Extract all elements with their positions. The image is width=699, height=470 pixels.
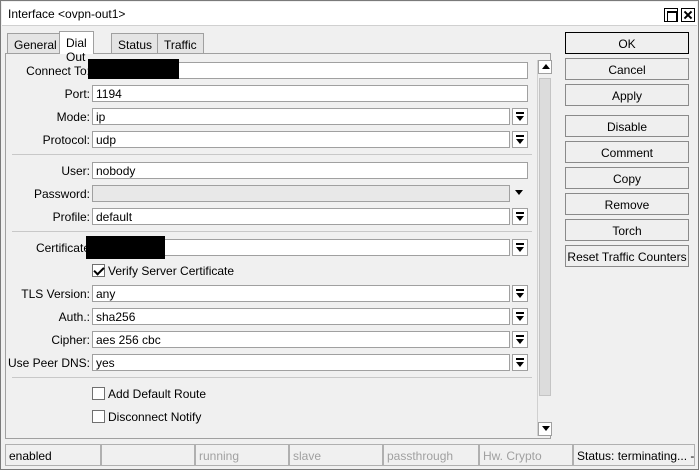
certificate-dropdown-icon[interactable]: [512, 239, 528, 256]
cipher-select[interactable]: aes 256 cbc: [92, 331, 510, 348]
mode-dropdown-icon[interactable]: [512, 108, 528, 125]
maximize-icon[interactable]: [664, 8, 678, 22]
tab-general[interactable]: General: [7, 33, 64, 53]
password-expand-icon[interactable]: [512, 185, 528, 202]
protocol-row: Protocol: udp: [6, 131, 536, 149]
redacted-block: [86, 236, 165, 259]
protocol-dropdown-icon[interactable]: [512, 131, 528, 148]
tab-dial-out[interactable]: Dial Out: [59, 31, 94, 64]
scroll-thumb[interactable]: [539, 78, 551, 396]
user-input[interactable]: nobody: [92, 162, 528, 179]
port-row: Port: 1194: [6, 85, 536, 103]
status-blank: [101, 444, 195, 466]
redacted-block: [88, 59, 179, 79]
profile-row: Profile: default: [6, 208, 536, 226]
tls-version-label: TLS Version:: [21, 287, 90, 301]
verify-server-certificate-label: Verify Server Certificate: [108, 264, 235, 278]
port-label: Port:: [64, 87, 90, 101]
torch-button[interactable]: Torch: [565, 219, 689, 241]
cipher-row: Cipher: aes 256 cbc: [6, 331, 536, 349]
peer-dns-row: Use Peer DNS: yes: [6, 354, 536, 372]
auth-row: Auth.: sha256: [6, 308, 536, 326]
add-default-route-label: Add Default Route: [108, 387, 207, 401]
add-default-route-checkbox[interactable]: [92, 387, 105, 400]
protocol-select[interactable]: udp: [92, 131, 510, 148]
dial-out-panel: Connect To: Port: 1194 Mode: ip Protocol…: [5, 53, 552, 439]
certificate-row: Certificate: [6, 236, 536, 259]
status-slave: slave: [289, 444, 383, 466]
default-route-row: Add Default Route: [6, 386, 536, 404]
cipher-dropdown-icon[interactable]: [512, 331, 528, 348]
mode-row: Mode: ip: [6, 108, 536, 126]
user-row: User: nobody: [6, 162, 536, 180]
auth-label: Auth.:: [58, 310, 90, 324]
interface-window: Interface <ovpn-out1> General Dial Out S…: [0, 0, 699, 470]
cipher-label: Cipher:: [51, 333, 90, 347]
tls-version-select[interactable]: any: [92, 285, 510, 302]
mode-label: Mode:: [56, 110, 90, 124]
password-label: Password:: [33, 187, 90, 201]
status-running: running: [195, 444, 289, 466]
status-hw-crypto: Hw. Crypto: [479, 444, 573, 466]
disconnect-notify-checkbox[interactable]: [92, 410, 105, 423]
profile-select[interactable]: default: [92, 208, 510, 225]
close-icon[interactable]: [681, 8, 695, 22]
verify-server-certificate-checkbox[interactable]: [92, 264, 105, 277]
title-bar[interactable]: Interface <ovpn-out1>: [2, 2, 697, 26]
status-passthrough: passthrough: [383, 444, 479, 466]
peer-dns-label: Use Peer DNS:: [7, 356, 90, 370]
profile-label: Profile:: [52, 210, 90, 224]
divider: [12, 154, 532, 155]
disconnect-notify-label: Disconnect Notify: [108, 410, 202, 424]
window-title: Interface <ovpn-out1>: [8, 7, 126, 21]
tab-traffic[interactable]: Traffic: [157, 33, 204, 53]
port-input[interactable]: 1194: [92, 85, 528, 102]
scroll-up-icon[interactable]: [538, 60, 552, 74]
cancel-button[interactable]: Cancel: [565, 58, 689, 80]
connect-to-label: Connect To:: [26, 64, 90, 78]
disconnect-notify-row: Disconnect Notify: [6, 409, 536, 427]
auth-select[interactable]: sha256: [92, 308, 510, 325]
status-enabled: enabled: [5, 444, 101, 466]
divider: [12, 231, 532, 232]
certificate-label: Certificate: [35, 241, 90, 255]
copy-button[interactable]: Copy: [565, 167, 689, 189]
ok-button[interactable]: OK: [565, 32, 689, 54]
peer-dns-dropdown-icon[interactable]: [512, 354, 528, 371]
password-input[interactable]: [92, 185, 510, 202]
protocol-label: Protocol:: [42, 133, 90, 147]
mode-select[interactable]: ip: [92, 108, 510, 125]
profile-dropdown-icon[interactable]: [512, 208, 528, 225]
peer-dns-select[interactable]: yes: [92, 354, 510, 371]
connect-to-row: Connect To:: [6, 59, 536, 80]
user-label: User:: [61, 164, 90, 178]
verify-row: Verify Server Certificate: [6, 263, 536, 281]
password-row: Password:: [6, 185, 536, 203]
apply-button[interactable]: Apply: [565, 84, 689, 106]
tls-version-row: TLS Version: any: [6, 285, 536, 303]
comment-button[interactable]: Comment: [565, 141, 689, 163]
tls-version-dropdown-icon[interactable]: [512, 285, 528, 302]
auth-dropdown-icon[interactable]: [512, 308, 528, 325]
tab-status[interactable]: Status: [111, 33, 160, 53]
scroll-down-icon[interactable]: [538, 422, 552, 436]
status-terminating: Status: terminating... -: [573, 444, 695, 466]
disable-button[interactable]: Disable: [565, 115, 689, 137]
vertical-scrollbar[interactable]: [537, 60, 552, 436]
remove-button[interactable]: Remove: [565, 193, 689, 215]
divider: [12, 377, 532, 378]
reset-traffic-counters-button[interactable]: Reset Traffic Counters: [565, 245, 689, 267]
